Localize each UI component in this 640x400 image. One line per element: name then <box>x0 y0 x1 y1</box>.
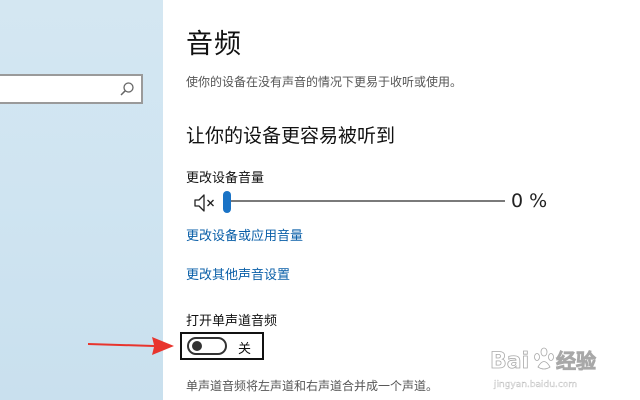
volume-value: 0 % <box>511 190 548 212</box>
settings-window: 音频 使你的设备在没有声音的情况下更易于收听或使用。 让你的设备更容易被听到 更… <box>0 0 640 400</box>
volume-slider-thumb[interactable] <box>223 191 231 213</box>
mono-audio-toggle[interactable] <box>187 337 227 355</box>
red-arrow-annotation <box>88 337 174 355</box>
toggle-knob <box>192 341 202 351</box>
section-heading: 让你的设备更容易被听到 <box>186 125 396 147</box>
search-input[interactable] <box>0 74 143 104</box>
page-title: 音频 <box>186 29 242 60</box>
search-icon[interactable] <box>119 81 135 97</box>
baidu-jingyan-watermark: Bai 经验 jingyan.baidu.com <box>490 347 596 390</box>
volume-slider-track <box>223 200 505 202</box>
mono-audio-label: 打开单声道音频 <box>186 314 278 329</box>
speaker-muted-icon <box>194 194 214 212</box>
mono-audio-description: 单声道音频将左声道和右声道合并成一个声道。 <box>186 379 439 393</box>
svg-text:经验: 经验 <box>556 349 596 373</box>
svg-text:jingyan.baidu.com: jingyan.baidu.com <box>493 380 577 390</box>
toggle-state-text: 关 <box>238 342 252 357</box>
mono-audio-toggle-focus-frame: 关 <box>180 332 264 360</box>
app-volume-link[interactable]: 更改设备或应用音量 <box>186 225 303 244</box>
volume-label: 更改设备音量 <box>186 171 265 186</box>
svg-text:Bai: Bai <box>490 349 529 374</box>
volume-slider[interactable] <box>223 191 505 213</box>
other-sound-settings-link[interactable]: 更改其他声音设置 <box>186 264 290 283</box>
page-description: 使你的设备在没有声音的情况下更易于收听或使用。 <box>186 75 463 89</box>
